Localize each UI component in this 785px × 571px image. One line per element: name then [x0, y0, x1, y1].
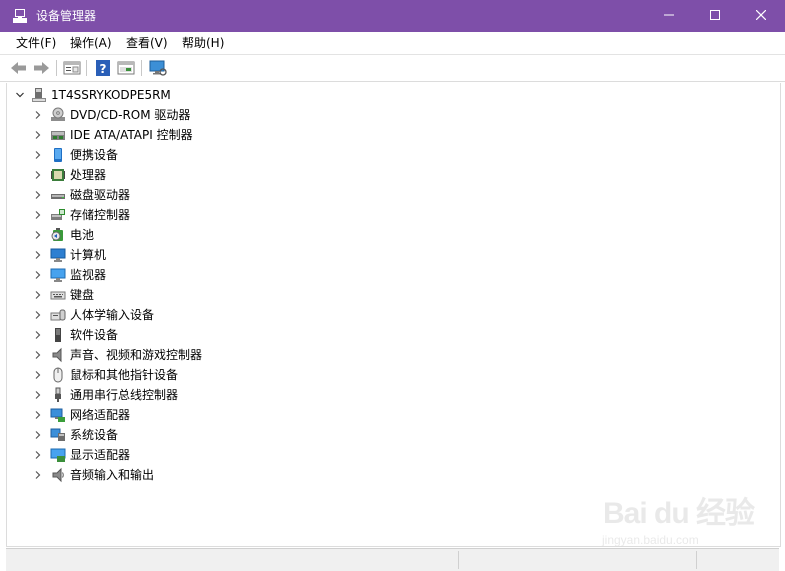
properties-icon[interactable]	[62, 58, 82, 78]
tree-category-label: 键盘	[70, 288, 95, 302]
tree-category-label: DVD/CD-ROM 驱动器	[70, 108, 191, 122]
tree-category-label: 处理器	[70, 168, 107, 182]
tree-root-label: 1T4SSRYKODPE5RM	[51, 88, 171, 102]
chevron-right-icon[interactable]	[34, 111, 42, 119]
monitor-icon	[50, 267, 66, 283]
tree-category-label: 音频输入和输出	[70, 468, 155, 482]
close-button[interactable]	[738, 0, 784, 32]
chevron-right-icon[interactable]	[34, 151, 42, 159]
tree-category-label: 便携设备	[70, 148, 119, 162]
scan-hardware-icon[interactable]	[148, 58, 168, 78]
chevron-right-icon[interactable]	[34, 171, 42, 179]
portable-device-icon	[50, 147, 66, 163]
ide-controller-icon	[50, 127, 66, 143]
tree-category-label: IDE ATA/ATAPI 控制器	[70, 128, 193, 142]
window-title: 设备管理器	[36, 9, 97, 23]
minimize-button[interactable]	[646, 0, 692, 32]
disk-drive-icon	[50, 187, 66, 203]
keyboard-icon	[50, 287, 66, 303]
dvd-drive-icon	[50, 107, 66, 123]
device-tree: 1T4SSRYKODPE5RM DVD/CD-ROM 驱动器 IDE ATA/AT…	[6, 83, 781, 547]
battery-icon	[50, 227, 66, 243]
update-driver-icon[interactable]	[116, 58, 136, 78]
usb-icon	[50, 387, 66, 403]
chevron-right-icon[interactable]	[34, 191, 42, 199]
chevron-right-icon[interactable]	[34, 351, 42, 359]
processor-icon	[50, 167, 66, 183]
chevron-right-icon[interactable]	[34, 431, 42, 439]
toolbar-separator	[141, 60, 142, 76]
tree-category-label: 系统设备	[70, 428, 119, 442]
chevron-right-icon[interactable]	[34, 231, 42, 239]
chevron-right-icon[interactable]	[34, 311, 42, 319]
software-device-icon	[50, 327, 66, 343]
display-adapter-icon	[50, 447, 66, 463]
status-pane	[458, 551, 459, 569]
minimize-icon	[664, 14, 674, 16]
tree-category-label: 软件设备	[70, 328, 119, 342]
tree-category-label: 监视器	[70, 268, 107, 282]
chevron-down-icon[interactable]	[16, 91, 24, 99]
chevron-right-icon[interactable]	[34, 251, 42, 259]
menu-help[interactable]: 帮助(H)	[178, 32, 228, 54]
hid-icon	[50, 307, 66, 323]
mouse-icon	[50, 367, 66, 383]
tree-category-label: 声音、视频和游戏控制器	[70, 348, 203, 362]
system-device-icon	[50, 427, 66, 443]
tree-category-label: 磁盘驱动器	[70, 188, 131, 202]
chevron-right-icon[interactable]	[34, 331, 42, 339]
maximize-icon	[710, 10, 720, 20]
toolbar-separator	[86, 60, 87, 76]
menu-bar: 文件(F) 操作(A) 查看(V) 帮助(H)	[0, 32, 785, 54]
back-arrow-icon[interactable]	[9, 58, 29, 78]
chevron-right-icon[interactable]	[34, 451, 42, 459]
chevron-right-icon[interactable]	[34, 471, 42, 479]
computer-icon	[31, 87, 47, 103]
toolbar: ?	[0, 55, 785, 82]
status-pane	[696, 551, 697, 569]
tree-category-label: 显示适配器	[70, 448, 131, 462]
maximize-button[interactable]	[692, 0, 738, 32]
computer-monitor-icon	[50, 247, 66, 263]
menu-action[interactable]: 操作(A)	[66, 32, 116, 54]
tree-category-label: 存储控制器	[70, 208, 131, 222]
chevron-right-icon[interactable]	[34, 131, 42, 139]
menu-view[interactable]: 查看(V)	[122, 32, 172, 54]
audio-io-icon	[50, 467, 66, 483]
storage-controller-icon	[50, 207, 66, 223]
tree-category-label: 通用串行总线控制器	[70, 388, 179, 402]
tree-category-label: 鼠标和其他指针设备	[70, 368, 179, 382]
svg-text:?: ?	[100, 62, 107, 76]
sound-icon	[50, 347, 66, 363]
tree-category-label: 计算机	[70, 248, 107, 262]
chevron-right-icon[interactable]	[34, 211, 42, 219]
status-bar	[6, 548, 779, 571]
chevron-right-icon[interactable]	[34, 411, 42, 419]
title-bar: 设备管理器	[0, 0, 785, 32]
device-manager-app-icon	[12, 8, 28, 24]
chevron-right-icon[interactable]	[34, 271, 42, 279]
tree-category-label: 人体学输入设备	[70, 308, 155, 322]
help-icon[interactable]: ?	[93, 58, 113, 78]
forward-arrow-icon[interactable]	[31, 58, 51, 78]
chevron-right-icon[interactable]	[34, 391, 42, 399]
chevron-right-icon[interactable]	[34, 291, 42, 299]
toolbar-separator	[56, 60, 57, 76]
menu-file[interactable]: 文件(F)	[12, 32, 60, 54]
chevron-right-icon[interactable]	[34, 371, 42, 379]
tree-category-label: 网络适配器	[70, 408, 131, 422]
tree-category-label: 电池	[70, 228, 95, 242]
close-icon	[755, 9, 767, 21]
network-adapter-icon	[50, 407, 66, 423]
